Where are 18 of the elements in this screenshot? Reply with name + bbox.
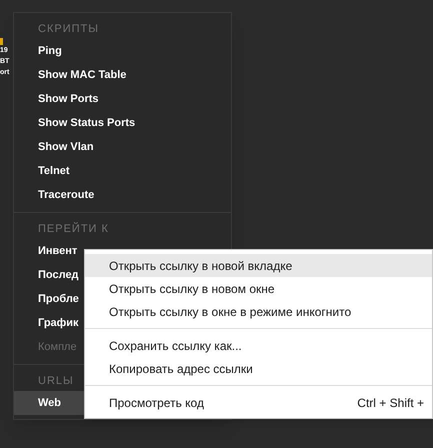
menu-item[interactable]: Show MAC Table <box>14 63 231 87</box>
section-header: ПЕРЕЙТИ К <box>38 222 109 236</box>
context-menu-item[interactable]: Сохранить ссылку как... <box>85 334 432 357</box>
section-header: СКРИПТЫ <box>38 22 99 36</box>
status-marker <box>0 38 3 45</box>
menu-item[interactable]: Show Ports <box>14 87 231 111</box>
menu-item[interactable]: Show Status Ports <box>14 111 231 135</box>
context-menu-item[interactable]: Копировать адрес ссылки <box>85 357 432 380</box>
menu-item[interactable]: Ping <box>14 39 231 63</box>
shortcut-text: Ctrl + Shift + <box>357 394 424 412</box>
context-menu-item[interactable]: Открыть ссылку в окне в режиме инкогнито <box>85 300 432 323</box>
section-header: URLЫ <box>38 374 74 388</box>
menu-item[interactable]: Traceroute <box>14 183 231 207</box>
menu-item[interactable]: Telnet <box>14 159 231 183</box>
context-menu-item[interactable]: Открыть ссылку в новом окне <box>85 277 432 300</box>
menu-item[interactable]: Show Vlan <box>14 135 231 159</box>
context-menu-item[interactable]: Открыть ссылку в новой вкладке <box>85 254 432 277</box>
context-menu-item[interactable]: Просмотреть код Ctrl + Shift + <box>85 391 432 414</box>
